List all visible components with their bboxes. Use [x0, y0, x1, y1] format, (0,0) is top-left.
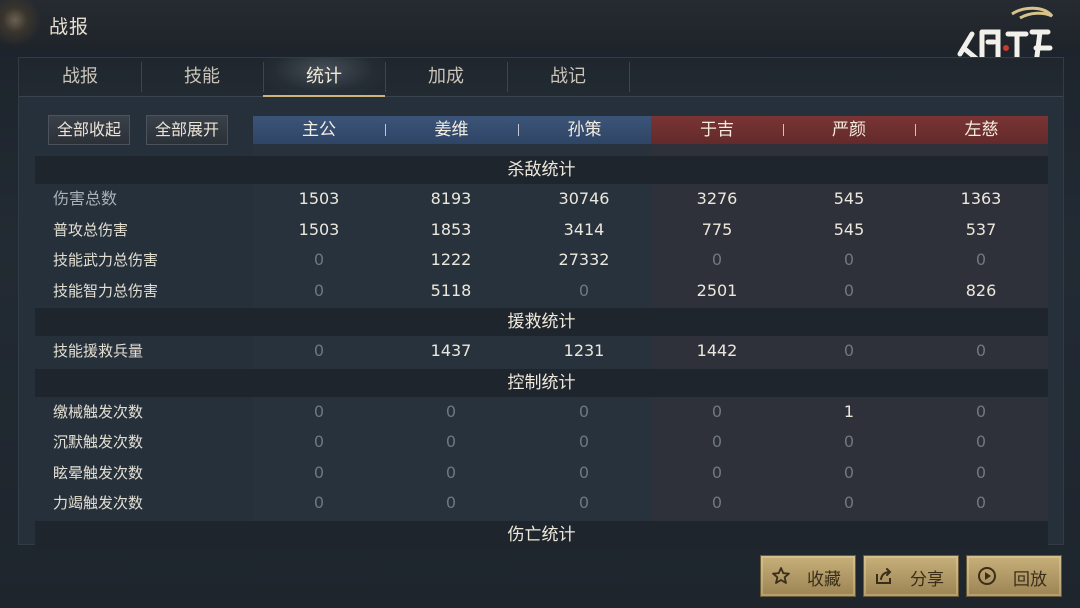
- stat-cell: 0: [711, 493, 723, 512]
- stat-cell: 3276: [696, 189, 738, 208]
- row-label: 力竭触发次数: [53, 494, 144, 512]
- stat-cell: 537: [965, 219, 997, 239]
- expand-all-button[interactable]: 全部展开: [146, 115, 229, 145]
- play-icon: [978, 567, 996, 585]
- tab-divider: [629, 62, 630, 92]
- stat-cell: 1363: [960, 189, 1002, 208]
- stat-cell: 0: [313, 280, 325, 300]
- stat-cell: 545: [833, 189, 865, 208]
- share-label: 分享: [910, 570, 944, 590]
- stat-cell: 0: [975, 250, 987, 269]
- stat-cell: 0: [445, 432, 457, 451]
- hero-header-enemy-3: 左慈: [964, 120, 999, 140]
- stat-cell: 0: [711, 462, 723, 482]
- stat-cell: 1231: [563, 341, 605, 360]
- stat-cell: 0: [313, 493, 325, 512]
- stat-cell: 545: [833, 219, 865, 239]
- hero-header-ally-1: 主公: [302, 120, 336, 140]
- stat-cell: 5118: [430, 280, 472, 300]
- stat-cell: 0: [975, 401, 987, 421]
- stat-cell: 0: [313, 462, 325, 482]
- tab-bar: 战报 技能 统计 加成 战记: [19, 58, 1063, 97]
- stat-cell: 0: [843, 493, 855, 512]
- row-label: 伤害总数: [53, 189, 118, 208]
- stat-cell: 0: [843, 341, 855, 360]
- stat-cell: 0: [843, 462, 855, 482]
- stat-cell: 0: [313, 401, 325, 421]
- stat-cell: 1853: [430, 219, 472, 239]
- replay-label: 回放: [1013, 570, 1047, 590]
- stat-cell: 0: [843, 250, 855, 269]
- stat-cell: 30746: [558, 189, 610, 208]
- row-label: 眩晕触发次数: [53, 463, 144, 482]
- tab-bonuses[interactable]: 加成: [385, 58, 507, 96]
- row-label: 普攻总伤害: [53, 220, 129, 239]
- stat-cell: 27332: [558, 250, 610, 269]
- favorite-label: 收藏: [807, 570, 841, 590]
- stat-cell: 0: [711, 250, 723, 269]
- hero-header-enemy-1: 于吉: [700, 120, 734, 140]
- stat-cell: 0: [843, 432, 855, 451]
- stat-cell: 0: [313, 341, 325, 360]
- stat-cell: 1222: [430, 250, 472, 269]
- share-button[interactable]: 分享: [863, 555, 959, 597]
- stat-cell: 0: [445, 493, 457, 512]
- tab-skills[interactable]: 技能: [141, 58, 263, 96]
- stat-cell: 0: [975, 462, 987, 482]
- stat-cell: 0: [975, 341, 987, 360]
- stat-cell: 0: [313, 432, 325, 451]
- stat-cell: 0: [313, 250, 325, 269]
- star-icon: [772, 567, 790, 584]
- row-label: 沉默触发次数: [53, 433, 144, 451]
- section-header: 控制统计: [35, 368, 1048, 397]
- stat-cell: 826: [965, 280, 997, 300]
- hero-header-enemy-2: 严颜: [832, 120, 866, 140]
- favorite-button[interactable]: 收藏: [760, 555, 856, 597]
- stat-cell: 2501: [696, 280, 738, 300]
- stat-cell: 0: [445, 462, 457, 482]
- stat-cell: 0: [711, 432, 723, 451]
- stat-cell: 0: [578, 280, 590, 300]
- share-icon: [876, 568, 892, 584]
- stat-cell: 1503: [298, 189, 340, 208]
- section-header: 援救统计: [35, 308, 1048, 336]
- replay-button[interactable]: 回放: [966, 555, 1062, 597]
- row-label: 缴械触发次数: [53, 402, 144, 421]
- hero-header-ally-2: 姜维: [434, 120, 469, 140]
- page-title: 战报: [49, 16, 90, 38]
- hero-header-ally-3: 孙策: [567, 120, 602, 140]
- stat-cell: 1503: [298, 219, 340, 239]
- section-header: 伤亡统计: [35, 520, 1048, 549]
- stat-cell: 0: [578, 493, 590, 512]
- stat-cell: 0: [578, 462, 590, 482]
- stat-cell: 775: [701, 219, 733, 239]
- stats-panel: 战报 技能 统计 加成 战记 全部收起 全部展开 主公 姜维 孙策 于吉 严颜 …: [18, 57, 1064, 549]
- stat-cell: 1437: [430, 341, 472, 360]
- tab-battle-report[interactable]: 战报: [19, 58, 141, 96]
- stat-cell: 0: [711, 401, 723, 421]
- stat-cell: 0: [975, 432, 987, 451]
- stat-cell: 8193: [430, 189, 472, 208]
- row-label: 技能武力总伤害: [53, 251, 159, 269]
- stat-cell: 0: [975, 493, 987, 512]
- tab-battle-log[interactable]: 战记: [507, 58, 629, 96]
- section-header: 杀敌统计: [35, 156, 1048, 184]
- corner-ornament: [0, 0, 40, 50]
- top-bar: 战报: [0, 0, 1080, 69]
- stat-cell: 1442: [696, 341, 738, 360]
- stat-cell: 0: [445, 401, 457, 421]
- stat-cell: 0: [578, 432, 590, 451]
- stat-cell: 3414: [563, 219, 605, 239]
- stat-cell: 0: [578, 401, 590, 421]
- collapse-all-button[interactable]: 全部收起: [48, 115, 131, 145]
- stat-cell: 1: [843, 401, 855, 421]
- stat-cell: 0: [843, 280, 855, 300]
- row-label: 技能援救兵量: [53, 342, 144, 360]
- row-label: 技能智力总伤害: [53, 281, 159, 300]
- tab-statistics[interactable]: 统计: [263, 58, 385, 97]
